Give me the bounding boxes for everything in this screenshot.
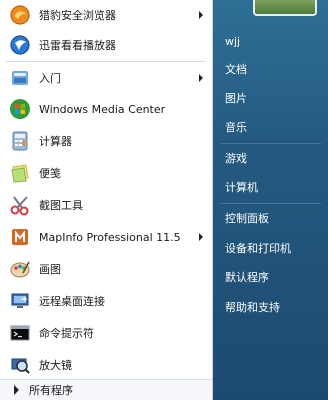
place-pictures[interactable]: 图片	[219, 87, 323, 109]
submenu-arrow-icon	[199, 233, 203, 241]
program-item-cheetah-browser[interactable]: 猎豹安全浏览器	[3, 0, 209, 30]
place-label: 默认程序	[225, 271, 269, 284]
program-label: 猎豹安全浏览器	[39, 9, 116, 22]
mapinfo-icon	[7, 224, 33, 250]
programs-list: 猎豹安全浏览器 迅雷看看播放器 入门 Windows Media Center …	[0, 0, 212, 378]
getting-started-icon	[7, 65, 33, 91]
places-pane: wjj 文档 图片 音乐 游戏 计算机 控制面板 设备和打印机 默认程序 帮助和…	[213, 0, 328, 400]
all-programs-button[interactable]: 所有程序	[0, 379, 212, 400]
windows-media-center-icon	[7, 96, 33, 122]
place-help-support[interactable]: 帮助和支持	[219, 296, 323, 318]
start-menu: 猎豹安全浏览器 迅雷看看播放器 入门 Windows Media Center …	[0, 0, 328, 400]
program-item-windows-media-center[interactable]: Windows Media Center	[3, 94, 209, 124]
place-label: 设备和打印机	[225, 242, 291, 255]
place-control-panel[interactable]: 控制面板	[219, 207, 323, 229]
program-label: 画图	[39, 263, 61, 276]
program-label: 截图工具	[39, 199, 83, 212]
programs-pane: 猎豹安全浏览器 迅雷看看播放器 入门 Windows Media Center …	[0, 0, 213, 400]
place-devices-printers[interactable]: 设备和打印机	[219, 237, 323, 259]
place-label: 音乐	[225, 121, 247, 134]
command-prompt-icon	[7, 320, 33, 346]
divider	[221, 143, 321, 144]
place-games[interactable]: 游戏	[219, 147, 323, 169]
cheetah-browser-icon	[7, 2, 33, 28]
program-item-sticky-notes[interactable]: 便笺	[3, 158, 209, 188]
place-label: 文档	[225, 63, 247, 76]
program-label: 入门	[39, 72, 61, 85]
program-item-getting-started[interactable]: 入门	[3, 63, 209, 93]
program-item-snipping-tool[interactable]: 截图工具	[3, 190, 209, 220]
place-music[interactable]: 音乐	[219, 116, 323, 138]
program-item-paint[interactable]: 画图	[3, 254, 209, 284]
divider	[221, 203, 321, 204]
submenu-arrow-icon	[199, 74, 203, 82]
program-item-remote-desktop[interactable]: 远程桌面连接	[3, 286, 209, 316]
program-item-calculator[interactable]: 计算器	[3, 126, 209, 156]
program-label: Windows Media Center	[39, 102, 166, 116]
program-label: 迅雷看看播放器	[39, 39, 116, 52]
remote-desktop-icon	[7, 288, 33, 314]
paint-icon	[7, 256, 33, 282]
place-user-folder[interactable]: wjj	[219, 30, 323, 52]
xunlei-player-icon	[7, 32, 33, 58]
place-label: 游戏	[225, 152, 247, 165]
program-item-command-prompt[interactable]: 命令提示符	[3, 318, 209, 348]
calculator-icon	[7, 128, 33, 154]
program-label: 远程桌面连接	[39, 295, 105, 308]
place-label: wjj	[225, 34, 241, 48]
program-item-mapinfo[interactable]: MapInfo Professional 11.5	[3, 222, 209, 252]
place-computer[interactable]: 计算机	[219, 176, 323, 198]
place-default-programs[interactable]: 默认程序	[219, 266, 323, 288]
place-label: 计算机	[225, 181, 258, 194]
all-programs-label: 所有程序	[29, 384, 73, 397]
place-documents[interactable]: 文档	[219, 58, 323, 80]
snipping-tool-icon	[7, 192, 33, 218]
submenu-arrow-icon	[199, 11, 203, 19]
place-label: 图片	[225, 92, 247, 105]
program-item-xunlei-player[interactable]: 迅雷看看播放器	[3, 30, 209, 60]
program-item-magnifier[interactable]: 放大镜	[3, 350, 209, 380]
magnifier-icon	[7, 352, 33, 378]
chevron-right-icon	[14, 385, 19, 395]
user-avatar[interactable]	[253, 0, 317, 16]
program-label: 命令提示符	[39, 327, 94, 340]
place-label: 帮助和支持	[225, 301, 280, 314]
sticky-notes-icon	[7, 160, 33, 186]
place-label: 控制面板	[225, 212, 269, 225]
program-label: 便笺	[39, 167, 61, 180]
program-label: MapInfo Professional 11.5	[39, 230, 181, 244]
program-label: 计算器	[39, 135, 72, 148]
program-label: 放大镜	[39, 359, 72, 372]
divider	[6, 61, 206, 62]
